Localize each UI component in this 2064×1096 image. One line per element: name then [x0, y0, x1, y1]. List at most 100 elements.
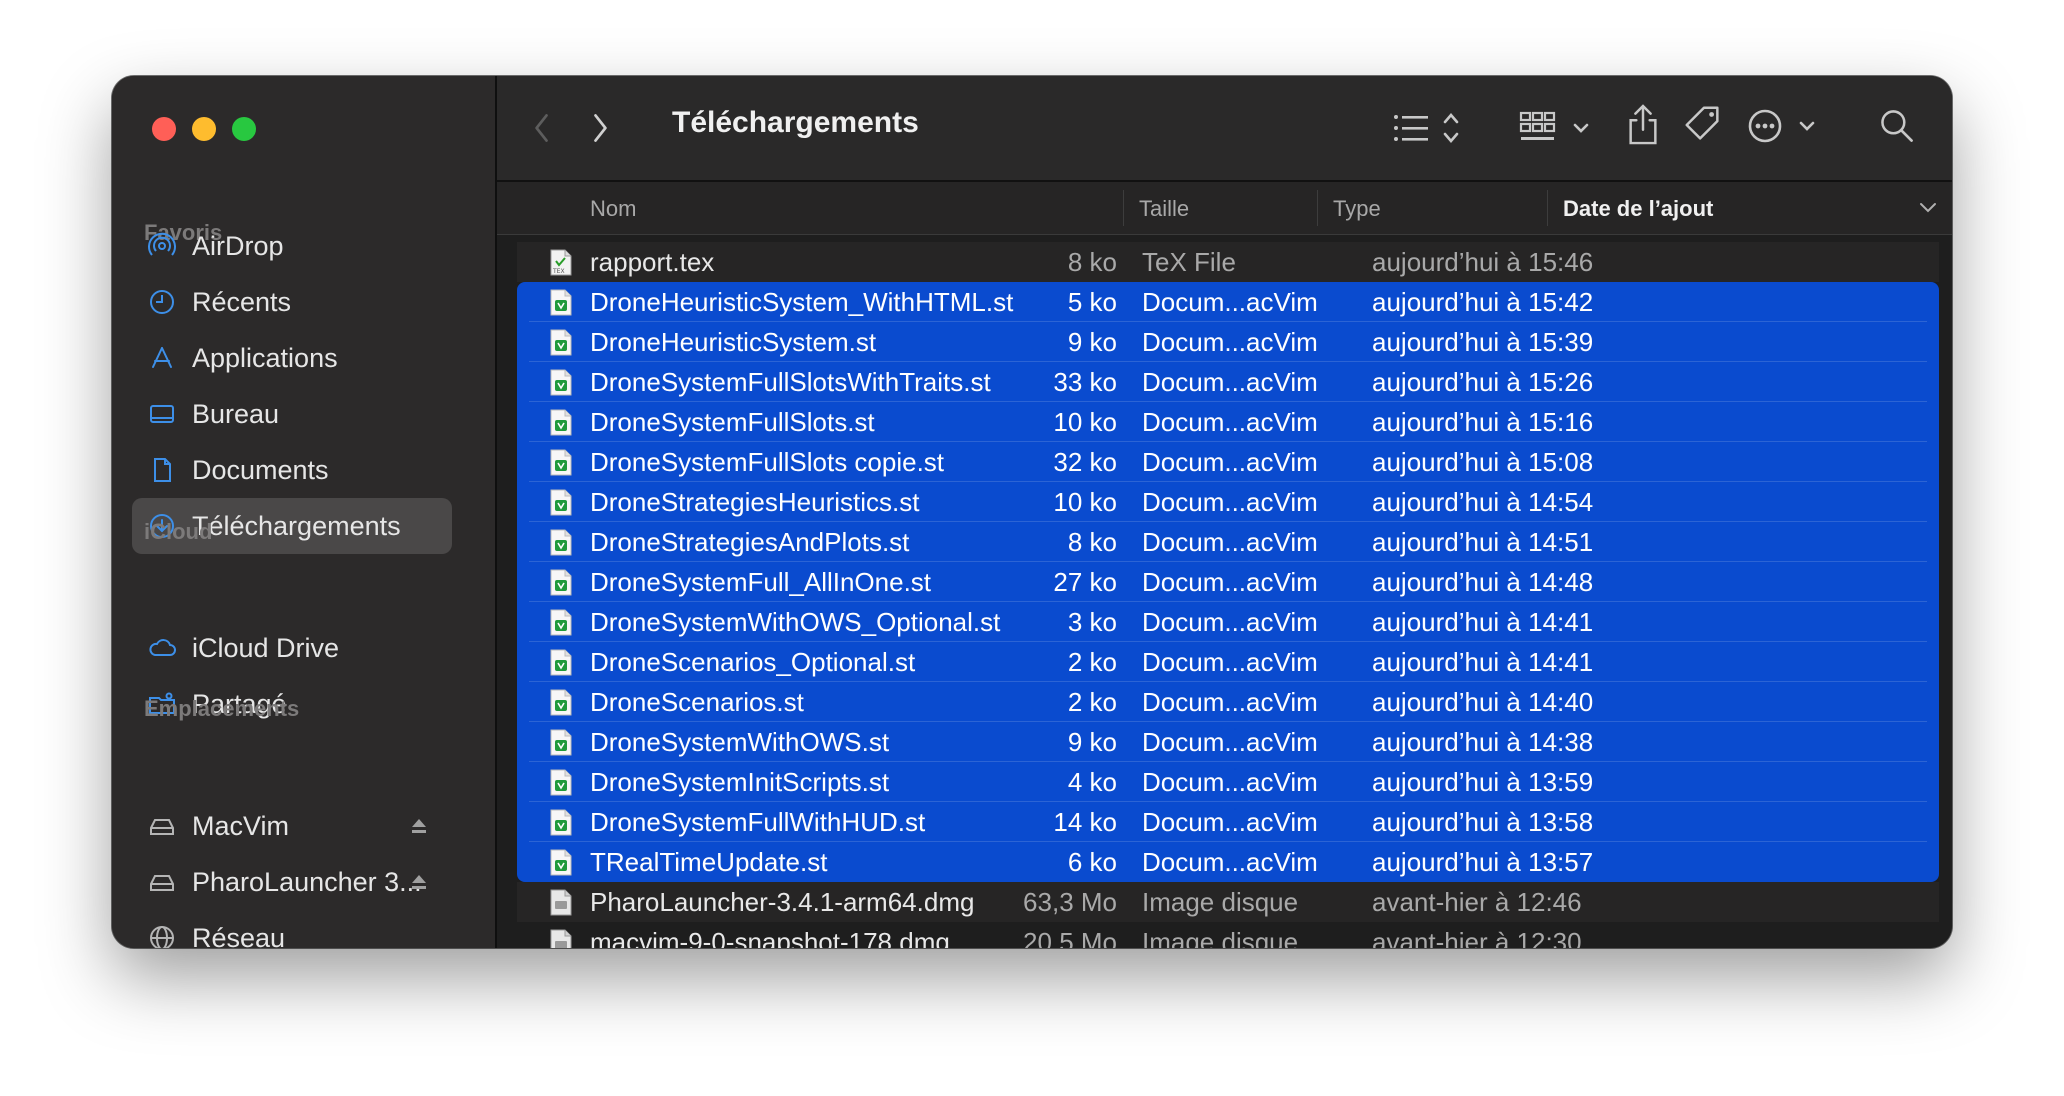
file-name: DroneSystemFullSlots copie.st [590, 446, 945, 477]
file-size: 9 ko [1067, 326, 1117, 357]
sidebar-item-macvim[interactable]: MacVim [132, 798, 452, 854]
more-actions-button[interactable] [1747, 106, 1819, 146]
file-row[interactable]: DroneSystemFullSlots.st 10 ko Docum...acVi… [517, 402, 1939, 442]
column-name-header[interactable]: Nom [590, 196, 636, 222]
sidebar-item-bureau[interactable]: Bureau [132, 386, 452, 442]
sidebar-item-reseau[interactable]: Réseau [132, 910, 452, 948]
file-type: Docum...acVim [1142, 486, 1318, 517]
view-options-button[interactable] [1393, 110, 1459, 146]
back-button[interactable] [527, 110, 557, 146]
window-title: Téléchargements [672, 106, 919, 139]
sidebar-item-airdrop[interactable]: AirDrop [132, 218, 452, 274]
file-row[interactable]: DroneScenarios.st 2 ko Docum...acVim aujour… [517, 682, 1939, 722]
file-row[interactable]: macvim-9-0-snapshot-178.dmg 20,5 Mo Image … [517, 922, 1939, 948]
chevron-left-icon [535, 114, 548, 142]
airdrop-icon [146, 230, 178, 262]
file-type: Docum...acVim [1142, 526, 1318, 557]
file-date-added: aujourd’hui à 13:59 [1372, 766, 1594, 797]
close-window-button[interactable] [152, 117, 176, 141]
list-view-icon [1394, 113, 1459, 143]
tex-file-icon: TEX [550, 249, 572, 276]
forward-button[interactable] [585, 110, 615, 146]
file-row[interactable]: DroneSystemFullSlots copie.st 32 ko Docum.… [517, 442, 1939, 482]
desktop-icon [146, 398, 178, 430]
macvim-file-icon [550, 289, 572, 316]
disk-icon [146, 810, 178, 842]
dmg-file-icon [550, 889, 572, 916]
ellipsis-circle-icon [1748, 109, 1815, 143]
file-date-added: aujourd’hui à 15:26 [1372, 366, 1594, 397]
chevron-right-icon [594, 114, 607, 142]
sidebar-item-recents[interactable]: Récents [132, 274, 452, 330]
file-row[interactable]: TEX rapport.tex 8 ko TeX File aujourd’hui à … [517, 242, 1939, 282]
file-row[interactable]: TRealTimeUpdate.st 6 ko Docum...acVim aujou… [517, 842, 1939, 882]
file-row[interactable]: DroneSystemInitScripts.st 4 ko Docum...acV… [517, 762, 1939, 802]
search-button[interactable] [1875, 104, 1919, 148]
file-row[interactable]: DroneSystemFullSlotsWithTraits.st 33 ko Do… [517, 362, 1939, 402]
file-row[interactable]: DroneScenarios_Optional.st 2 ko Docum...ac… [517, 642, 1939, 682]
file-type: Docum...acVim [1142, 366, 1318, 397]
file-name: TRealTimeUpdate.st [590, 846, 828, 877]
column-type-header[interactable]: Type [1333, 196, 1381, 222]
file-size: 2 ko [1067, 646, 1117, 677]
file-row[interactable]: DroneSystemFull_AllInOne.st 27 ko Docum...… [517, 562, 1939, 602]
macvim-file-icon [550, 489, 572, 516]
column-divider[interactable] [1123, 190, 1124, 226]
file-size: 20,5 Mo [1023, 926, 1117, 949]
eject-icon[interactable] [408, 871, 430, 893]
sort-chevron-down-icon[interactable] [1919, 202, 1937, 214]
file-size: 10 ko [1053, 406, 1117, 437]
dmg-file-icon [550, 929, 572, 948]
file-type: Docum...acVim [1142, 726, 1318, 757]
document-icon [146, 454, 178, 486]
file-size: 5 ko [1067, 286, 1117, 317]
file-name: DroneSystemWithOWS.st [590, 726, 890, 757]
sidebar-item-label: iCloud Drive [192, 632, 340, 663]
file-row[interactable]: DroneStrategiesAndPlots.st 8 ko Docum...ac… [517, 522, 1939, 562]
macvim-file-icon [550, 329, 572, 356]
sidebar-item-label: AirDrop [192, 230, 284, 261]
file-date-added: aujourd’hui à 14:41 [1372, 606, 1594, 637]
zoom-window-button[interactable] [232, 117, 256, 141]
file-row[interactable]: DroneHeuristicSystem.st 9 ko Docum...acVim… [517, 322, 1939, 362]
column-divider[interactable] [1317, 190, 1318, 226]
file-row[interactable]: DroneSystemWithOWS_Optional.st 3 ko Docum.… [517, 602, 1939, 642]
file-date-added: aujourd’hui à 14:38 [1372, 726, 1594, 757]
file-row[interactable]: DroneStrategiesHeuristics.st 10 ko Docum..… [517, 482, 1939, 522]
macvim-file-icon [550, 569, 572, 596]
file-name: DroneHeuristicSystem.st [590, 326, 877, 357]
file-name: rapport.tex [590, 246, 715, 277]
file-name: DroneStrategiesHeuristics.st [590, 486, 920, 517]
column-divider[interactable] [1547, 190, 1548, 226]
finder-window: Favoris AirDrop Récents Applications Bur… [112, 76, 1952, 948]
macvim-file-icon [550, 689, 572, 716]
eject-icon[interactable] [408, 815, 430, 837]
sidebar-item-documents[interactable]: Documents [132, 442, 452, 498]
file-name: DroneSystemWithOWS_Optional.st [590, 606, 1001, 637]
file-row[interactable]: DroneSystemWithOWS.st 9 ko Docum...acVim au… [517, 722, 1939, 762]
sidebar-item-pharolauncher[interactable]: PharoLauncher 3... [132, 854, 452, 910]
column-size-header[interactable]: Taille [1139, 196, 1189, 222]
sidebar-item-icloud-drive[interactable]: iCloud Drive [132, 620, 452, 676]
minimize-window-button[interactable] [192, 117, 216, 141]
column-date-header[interactable]: Date de l’ajout [1563, 196, 1713, 222]
file-size: 33 ko [1053, 366, 1117, 397]
share-button[interactable] [1623, 102, 1663, 148]
sidebar-item-applications[interactable]: Applications [132, 330, 452, 386]
tag-button[interactable] [1680, 102, 1726, 148]
macvim-file-icon [550, 449, 572, 476]
file-row[interactable]: DroneSystemFullWithHUD.st 14 ko Docum...ac… [517, 802, 1939, 842]
column-header: Nom Taille Type Date de l’ajout [497, 182, 1952, 235]
file-row[interactable]: PharoLauncher-3.4.1-arm64.dmg 63,3 Mo Imag… [517, 882, 1939, 922]
file-type: Docum...acVim [1142, 646, 1318, 677]
file-name: DroneSystemFullSlots.st [590, 406, 875, 437]
file-name: macvim-9-0-snapshot-178.dmg [590, 926, 950, 949]
search-icon [1881, 110, 1913, 142]
file-type: Docum...acVim [1142, 766, 1318, 797]
sidebar-item-label: Téléchargements [192, 510, 401, 541]
file-row[interactable]: DroneHeuristicSystem_WithHTML.st 5 ko Docu… [517, 282, 1939, 322]
grid-group-icon [1519, 111, 1589, 140]
group-button[interactable] [1519, 110, 1593, 146]
applications-icon [146, 342, 178, 374]
sidebar-item-label: Applications [192, 342, 338, 373]
